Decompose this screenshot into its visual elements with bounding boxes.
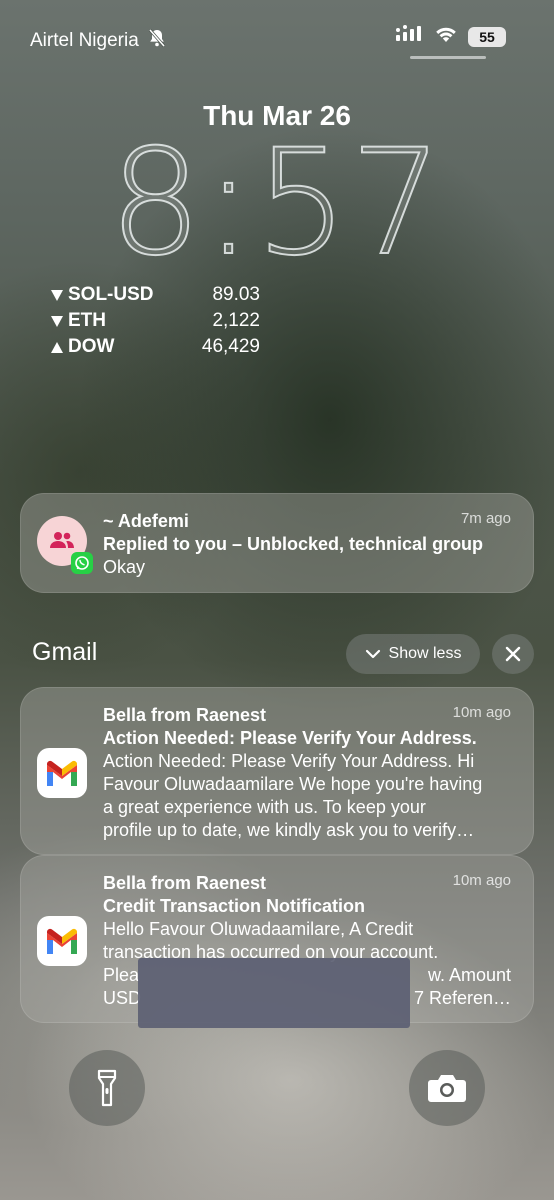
lock-time: 8:57 bbox=[108, 117, 445, 289]
gmail-icon bbox=[37, 916, 87, 966]
status-icons: 55 bbox=[396, 25, 506, 48]
stock-value: 2,122 bbox=[212, 310, 260, 331]
stock-row-eth: ETH 2,122 bbox=[50, 308, 260, 334]
battery-icon: 55 bbox=[468, 26, 506, 47]
stock-row-sol: SOL-USD 89.03 bbox=[50, 282, 260, 308]
stock-row-dow: DOW 46,429 bbox=[50, 334, 260, 360]
show-less-label: Show less bbox=[388, 645, 462, 662]
stocks-widget[interactable]: SOL-USD 89.03 ETH 2,122 DOW 46,429 bbox=[50, 282, 260, 360]
notification-sender: Bella from Raenest bbox=[103, 873, 267, 893]
notification-sender: ~ Adefemi bbox=[103, 511, 189, 531]
notification-body-line: Hello Favour Oluwadaamilare, A Credit bbox=[103, 919, 414, 939]
status-carrier: Airtel Nigeria bbox=[30, 28, 167, 54]
notification-subtitle: Replied to you – Unblocked, technical gr… bbox=[103, 534, 484, 554]
whatsapp-notification[interactable]: ~ Adefemi Replied to you – Unblocked, te… bbox=[20, 493, 534, 593]
notification-body-line: a great experience with us. To keep your bbox=[103, 797, 426, 817]
wifi-icon bbox=[434, 25, 458, 48]
triangle-up-icon bbox=[51, 341, 63, 353]
whatsapp-icon bbox=[71, 552, 93, 574]
clear-group-button[interactable] bbox=[492, 634, 534, 674]
notification-time: 10m ago bbox=[452, 704, 511, 721]
notification-body-line: profile up to date, we kindly ask you to… bbox=[103, 820, 475, 840]
carrier-name: Airtel Nigeria bbox=[30, 30, 139, 51]
notification-time: 10m ago bbox=[452, 872, 511, 889]
camera-icon bbox=[428, 1075, 466, 1102]
flashlight-icon bbox=[97, 1069, 117, 1107]
gmail-icon bbox=[37, 748, 87, 798]
chevron-down-icon bbox=[365, 649, 380, 659]
triangle-down-icon bbox=[51, 315, 63, 327]
stock-value: 89.03 bbox=[212, 284, 260, 305]
gmail-notification[interactable]: Bella from Raenest Action Needed: Please… bbox=[20, 687, 534, 855]
status-indicator-line bbox=[410, 56, 486, 59]
notification-subject: Credit Transaction Notification bbox=[103, 896, 366, 916]
stock-symbol: ETH bbox=[68, 310, 106, 331]
notification-time: 7m ago bbox=[460, 510, 511, 527]
bell-slash-icon bbox=[147, 28, 167, 54]
body-fragment: USD bbox=[103, 988, 142, 1008]
show-less-button[interactable]: Show less bbox=[346, 634, 480, 674]
camera-button[interactable] bbox=[409, 1050, 485, 1126]
flashlight-button[interactable] bbox=[69, 1050, 145, 1126]
stock-symbol: SOL-USD bbox=[68, 284, 154, 305]
body-fragment: Plea bbox=[103, 965, 140, 985]
notification-subject: Action Needed: Please Verify Your Addres… bbox=[103, 728, 477, 748]
notification-body-line: Action Needed: Please Verify Your Addres… bbox=[103, 751, 475, 771]
notification-body-line: Favour Oluwadaamilare We hope you're hav… bbox=[103, 774, 483, 794]
stock-symbol: DOW bbox=[68, 336, 115, 357]
notification-sender: Bella from Raenest bbox=[103, 705, 267, 725]
body-fragment: w. Amount bbox=[427, 965, 511, 985]
body-fragment: 7 Referen… bbox=[413, 988, 511, 1008]
close-icon bbox=[505, 646, 521, 662]
stock-value: 46,429 bbox=[201, 336, 260, 357]
redaction-block bbox=[138, 958, 410, 1028]
signal-icon bbox=[396, 25, 424, 48]
triangle-down-icon bbox=[51, 289, 63, 301]
notification-body: Okay bbox=[103, 557, 146, 577]
group-icon bbox=[50, 532, 74, 548]
notification-group-title: Gmail bbox=[32, 638, 98, 666]
